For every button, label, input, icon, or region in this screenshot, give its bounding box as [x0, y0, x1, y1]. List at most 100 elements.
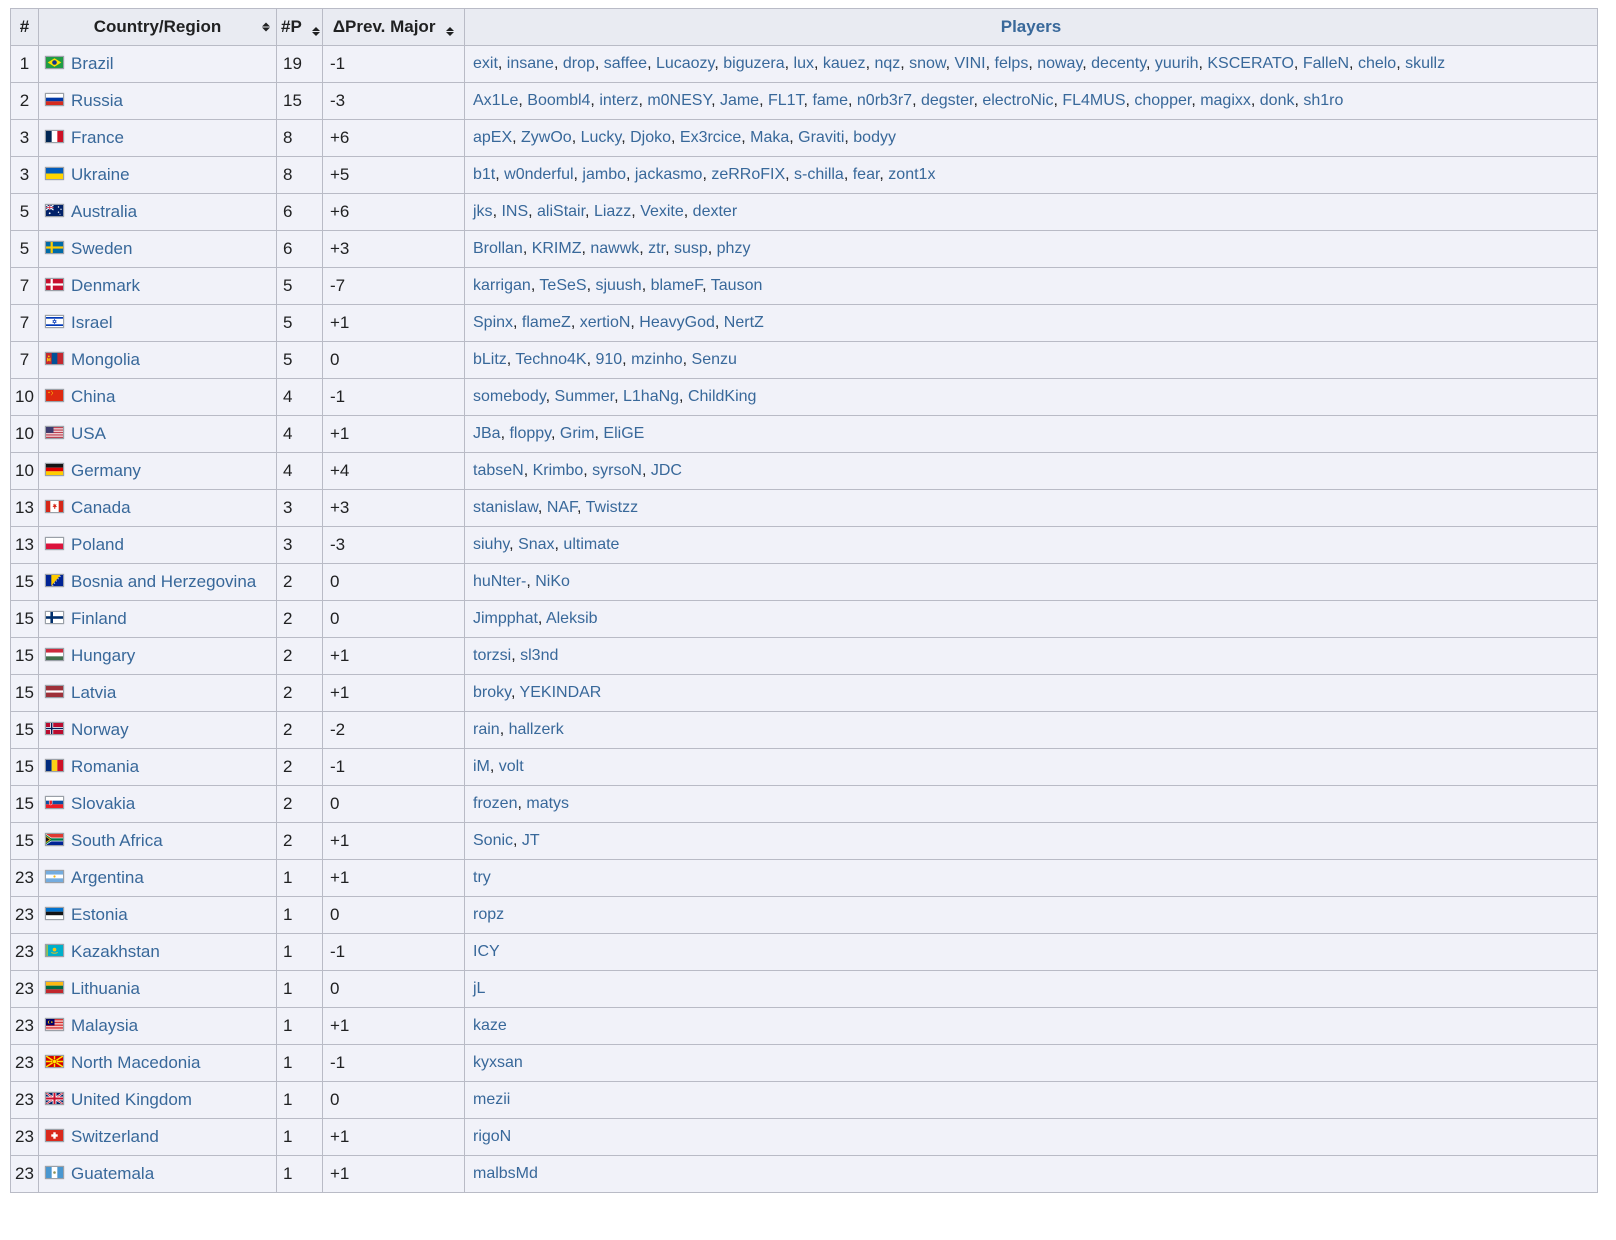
- player-count-header[interactable]: #P: [277, 9, 323, 46]
- player-link[interactable]: huNter-: [473, 573, 526, 590]
- player-link[interactable]: INS: [501, 203, 528, 220]
- player-link[interactable]: mezii: [473, 1091, 510, 1108]
- country-link[interactable]: Romania: [71, 757, 139, 776]
- player-link[interactable]: Jame: [720, 92, 759, 109]
- player-link[interactable]: kaze: [473, 1017, 507, 1034]
- country-header[interactable]: Country/Region: [39, 9, 277, 46]
- player-link[interactable]: FalleN: [1303, 55, 1349, 72]
- player-link[interactable]: try: [473, 869, 491, 886]
- player-link[interactable]: karrigan: [473, 277, 531, 294]
- player-link[interactable]: Spinx: [473, 314, 513, 331]
- country-link[interactable]: Sweden: [71, 239, 132, 258]
- player-link[interactable]: syrsoN: [592, 462, 642, 479]
- player-link[interactable]: tabseN: [473, 462, 524, 479]
- player-link[interactable]: Krimbo: [533, 462, 584, 479]
- player-link[interactable]: xertioN: [580, 314, 631, 331]
- player-link[interactable]: NAF: [547, 499, 577, 516]
- player-link[interactable]: FL4MUS: [1062, 92, 1125, 109]
- player-link[interactable]: TeSeS: [539, 277, 586, 294]
- player-link[interactable]: flameZ: [522, 314, 571, 331]
- player-link[interactable]: broky: [473, 684, 511, 701]
- player-link[interactable]: nqz: [874, 55, 900, 72]
- player-link[interactable]: Vexite: [640, 203, 684, 220]
- player-link[interactable]: Ex3rcice: [680, 129, 741, 146]
- player-link[interactable]: electroNic: [982, 92, 1053, 109]
- country-link[interactable]: Brazil: [71, 54, 114, 73]
- player-link[interactable]: exit: [473, 55, 498, 72]
- player-link[interactable]: jks: [473, 203, 493, 220]
- player-link[interactable]: sl3nd: [520, 647, 558, 664]
- player-link[interactable]: aliStair: [537, 203, 585, 220]
- player-link[interactable]: saffee: [604, 55, 647, 72]
- country-link[interactable]: France: [71, 128, 124, 147]
- country-link[interactable]: United Kingdom: [71, 1090, 192, 1109]
- country-link[interactable]: Bosnia and Herzegovina: [71, 572, 256, 591]
- player-link[interactable]: Boombl4: [527, 92, 590, 109]
- player-link[interactable]: biguzera: [723, 55, 784, 72]
- player-link[interactable]: felps: [995, 55, 1029, 72]
- player-link[interactable]: zont1x: [888, 166, 935, 183]
- country-link[interactable]: Poland: [71, 535, 124, 554]
- country-link[interactable]: Canada: [71, 498, 131, 517]
- country-link[interactable]: Ukraine: [71, 165, 130, 184]
- player-link[interactable]: phzy: [717, 240, 751, 257]
- player-link[interactable]: iM: [473, 758, 490, 775]
- player-link[interactable]: noway: [1037, 55, 1082, 72]
- country-link[interactable]: Germany: [71, 461, 141, 480]
- player-link[interactable]: L1haNg: [623, 388, 679, 405]
- player-link[interactable]: degster: [921, 92, 973, 109]
- player-link[interactable]: nawwk: [590, 240, 639, 257]
- player-link[interactable]: skullz: [1405, 55, 1445, 72]
- player-link[interactable]: Grim: [560, 425, 595, 442]
- player-link[interactable]: stanislaw: [473, 499, 538, 516]
- country-link[interactable]: South Africa: [71, 831, 163, 850]
- player-link[interactable]: chopper: [1134, 92, 1191, 109]
- player-link[interactable]: jackasmo: [635, 166, 703, 183]
- player-link[interactable]: susp: [674, 240, 708, 257]
- player-link[interactable]: HeavyGod: [639, 314, 715, 331]
- player-link[interactable]: magixx: [1200, 92, 1251, 109]
- sort-both-icon[interactable]: [312, 27, 320, 36]
- player-link[interactable]: b1t: [473, 166, 495, 183]
- player-link[interactable]: s-chilla: [794, 166, 844, 183]
- player-link[interactable]: Jimpphat: [473, 610, 538, 627]
- sort-both-icon[interactable]: [262, 23, 270, 32]
- player-link[interactable]: fear: [853, 166, 880, 183]
- player-link[interactable]: ICY: [473, 943, 500, 960]
- player-link[interactable]: Sonic: [473, 832, 513, 849]
- country-link[interactable]: USA: [71, 424, 106, 443]
- country-link[interactable]: Latvia: [71, 683, 116, 702]
- player-link[interactable]: Techno4K: [515, 351, 586, 368]
- player-link[interactable]: floppy: [509, 425, 551, 442]
- player-link[interactable]: Lucaozy: [656, 55, 714, 72]
- player-link[interactable]: sjuush: [595, 277, 641, 294]
- country-link[interactable]: Hungary: [71, 646, 135, 665]
- players-header[interactable]: Players: [465, 9, 1598, 46]
- country-link[interactable]: North Macedonia: [71, 1053, 200, 1072]
- player-link[interactable]: insane: [507, 55, 554, 72]
- player-link[interactable]: hallzerk: [509, 721, 564, 738]
- player-link[interactable]: ultimate: [563, 536, 619, 553]
- player-link[interactable]: Liazz: [594, 203, 631, 220]
- player-link[interactable]: rigoN: [473, 1128, 511, 1145]
- country-link[interactable]: Norway: [71, 720, 129, 739]
- player-link[interactable]: Aleksib: [546, 610, 598, 627]
- player-link[interactable]: n0rb3r7: [857, 92, 912, 109]
- player-link[interactable]: VINI: [955, 55, 986, 72]
- player-link[interactable]: w0nderful: [504, 166, 573, 183]
- country-link[interactable]: Slovakia: [71, 794, 135, 813]
- player-link[interactable]: YEKINDAR: [520, 684, 602, 701]
- country-link[interactable]: Guatemala: [71, 1164, 154, 1183]
- country-link[interactable]: Malaysia: [71, 1016, 138, 1035]
- player-link[interactable]: NertZ: [724, 314, 764, 331]
- player-link[interactable]: torzsi: [473, 647, 511, 664]
- player-link[interactable]: ztr: [648, 240, 665, 257]
- country-link[interactable]: Denmark: [71, 276, 140, 295]
- player-link[interactable]: JDC: [651, 462, 682, 479]
- delta-prev-major-header[interactable]: ΔPrev. Major: [323, 9, 465, 46]
- player-link[interactable]: sh1ro: [1303, 92, 1343, 109]
- player-link[interactable]: frozen: [473, 795, 517, 812]
- country-link[interactable]: Russia: [71, 91, 123, 110]
- country-link[interactable]: Estonia: [71, 905, 128, 924]
- player-link[interactable]: donk: [1260, 92, 1295, 109]
